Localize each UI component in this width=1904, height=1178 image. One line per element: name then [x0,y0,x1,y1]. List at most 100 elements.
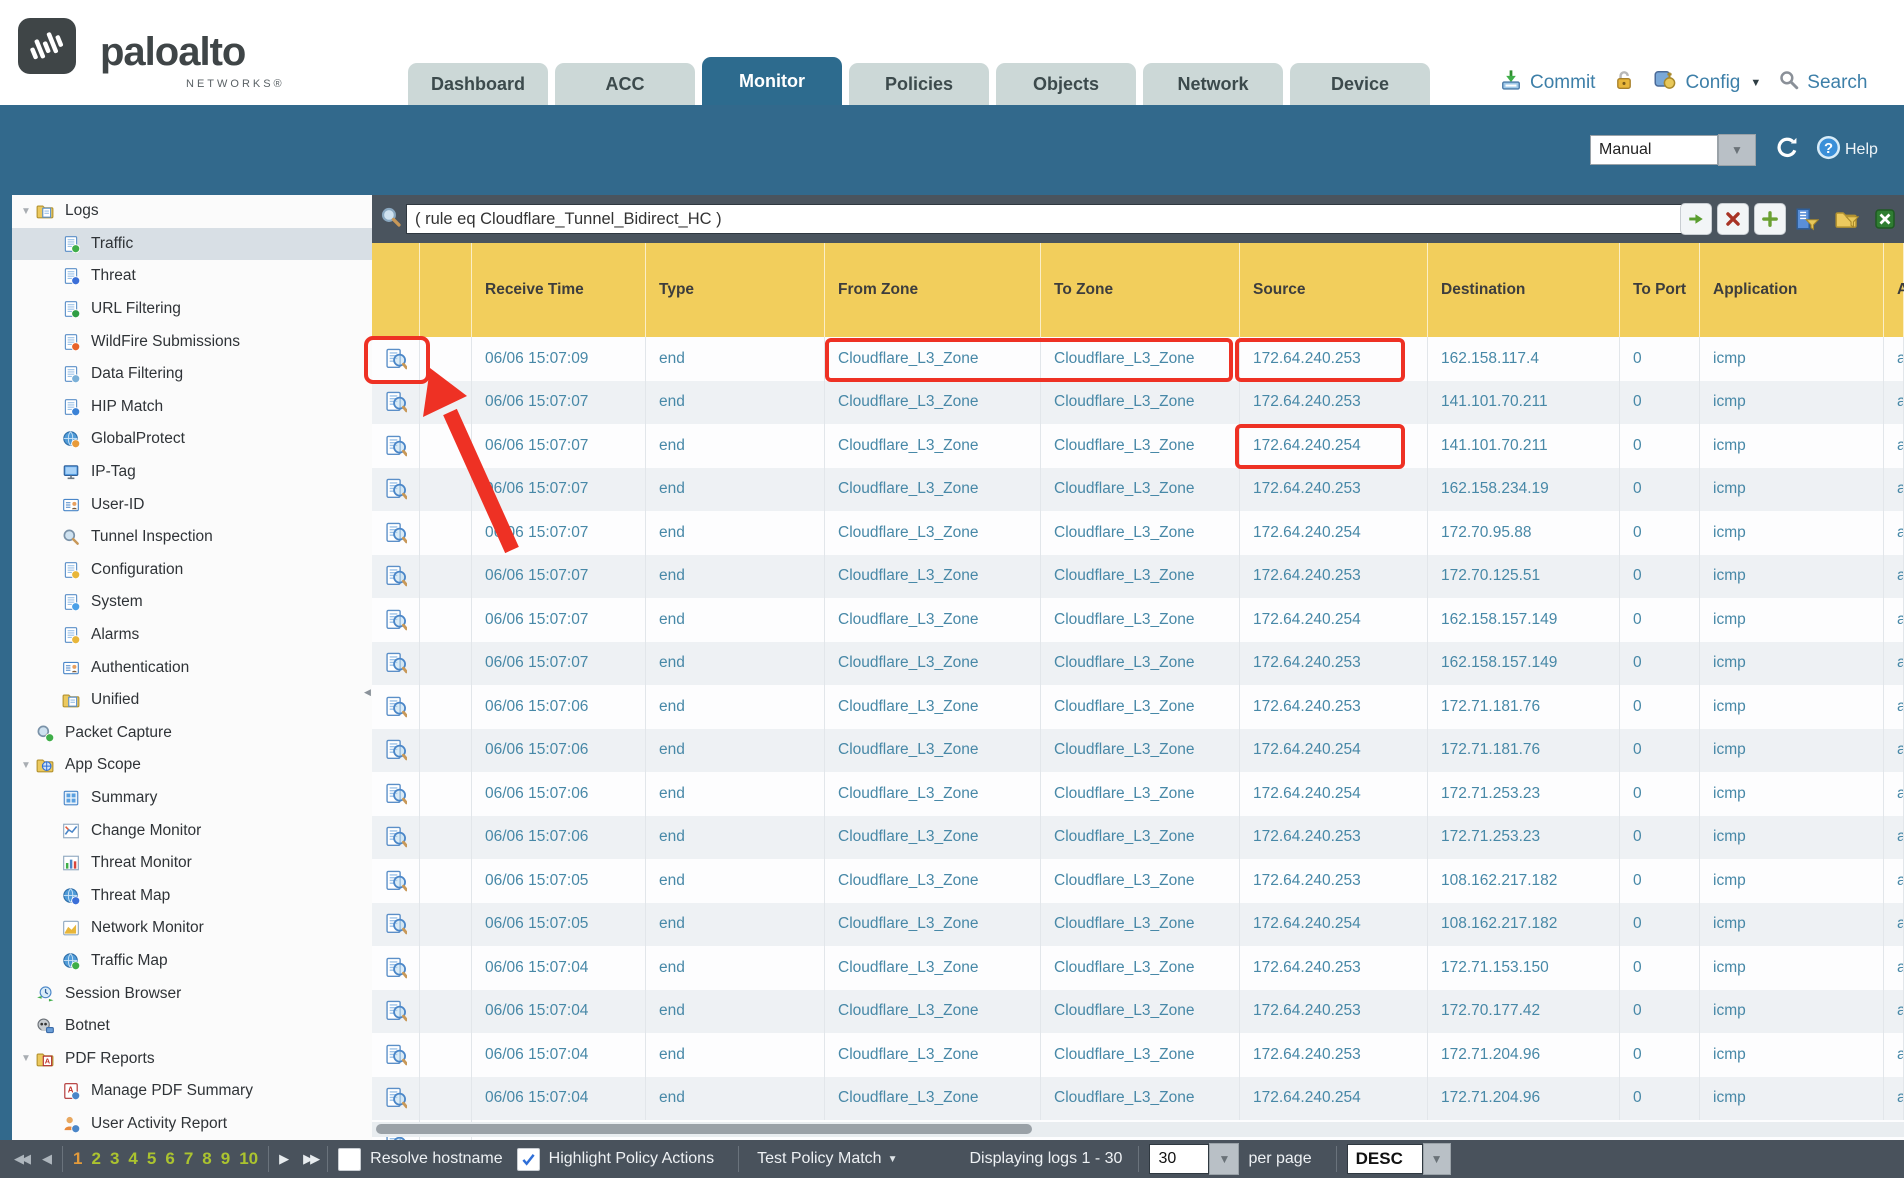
cell-destination[interactable]: 172.71.253.23 [1428,772,1620,816]
cell-source[interactable]: 172.64.240.253 [1240,685,1428,729]
cell-action[interactable]: a [1884,511,1904,555]
cell-receive-time[interactable]: 06/06 15:07:06 [472,685,646,729]
cell-source[interactable]: 172.64.240.253 [1240,990,1428,1034]
export-csv-button[interactable] [1868,203,1902,235]
cell-type[interactable]: end [646,511,825,555]
log-detail-button[interactable] [372,729,420,773]
cell-action[interactable]: a [1884,729,1904,773]
sidebar-item-ip-tag[interactable]: IP-Tag [12,456,372,489]
cell-destination[interactable]: 162.158.234.19 [1428,468,1620,512]
cell-destination[interactable]: 172.71.153.150 [1428,946,1620,990]
refresh-mode-caret[interactable]: ▼ [1718,134,1756,166]
sidebar-item-authentication[interactable]: Authentication [12,651,372,684]
config-caret-icon[interactable]: ▼ [1750,77,1761,89]
cell-type[interactable]: end [646,424,825,468]
cell-to-zone[interactable]: Cloudflare_L3_Zone [1041,903,1240,947]
first-page-button[interactable]: ◀◀ [14,1151,28,1167]
sidebar-item-configuration[interactable]: Configuration [12,554,372,587]
cell-to-port[interactable]: 0 [1620,816,1700,860]
cell-to-port[interactable]: 0 [1620,642,1700,686]
cell-action[interactable]: a [1884,642,1904,686]
cell-receive-time[interactable]: 06/06 15:07:04 [472,946,646,990]
cell-to-port[interactable]: 0 [1620,685,1700,729]
tab-objects[interactable]: Objects [996,63,1136,105]
cell-from-zone[interactable]: Cloudflare_L3_Zone [825,685,1041,729]
cell-to-port[interactable]: 0 [1620,1033,1700,1077]
cell-application[interactable]: icmp [1700,598,1884,642]
column-header-detail[interactable] [372,243,420,337]
apply-filter-button[interactable] [1680,203,1712,235]
cell-destination[interactable]: 162.158.117.4 [1428,337,1620,381]
sidebar-item-network-monitor[interactable]: Network Monitor [12,912,372,945]
cell-destination[interactable]: 172.70.177.42 [1428,990,1620,1034]
cell-type[interactable]: end [646,555,825,599]
sidebar-item-unified[interactable]: Unified [12,684,372,717]
column-header-destination[interactable]: Destination [1428,243,1620,337]
sidebar-item-packet-capture[interactable]: Packet Capture [12,717,372,750]
page-number-3[interactable]: 3 [110,1149,119,1169]
cell-to-zone[interactable]: Cloudflare_L3_Zone [1041,424,1240,468]
sort-order-caret[interactable]: ▼ [1423,1143,1451,1175]
cell-from-zone[interactable]: Cloudflare_L3_Zone [825,1033,1041,1077]
cell-to-zone[interactable]: Cloudflare_L3_Zone [1041,1033,1240,1077]
cell-application[interactable]: icmp [1700,903,1884,947]
sidebar-item-url-filtering[interactable]: URL Filtering [12,293,372,326]
cell-action[interactable]: a [1884,381,1904,425]
cell-application[interactable]: icmp [1700,1033,1884,1077]
cell-to-port[interactable]: 0 [1620,598,1700,642]
cell-source[interactable]: 172.64.240.254 [1240,598,1428,642]
page-number-2[interactable]: 2 [91,1149,100,1169]
cell-source[interactable]: 172.64.240.254 [1240,1077,1428,1121]
cell-from-zone[interactable]: Cloudflare_L3_Zone [825,816,1041,860]
last-page-button[interactable]: ▶▶ [303,1151,317,1167]
log-detail-button[interactable] [372,1033,420,1077]
cell-receive-time[interactable]: 06/06 15:07:07 [472,642,646,686]
cell-receive-time[interactable]: 06/06 15:07:07 [472,381,646,425]
cell-application[interactable]: icmp [1700,1077,1884,1121]
cell-from-zone[interactable]: Cloudflare_L3_Zone [825,511,1041,555]
page-number-7[interactable]: 7 [184,1149,193,1169]
cell-receive-time[interactable]: 06/06 15:07:04 [472,1033,646,1077]
sidebar-item-threat[interactable]: Threat [12,260,372,293]
next-page-button[interactable]: ▶ [279,1151,289,1167]
cell-source[interactable]: 172.64.240.253 [1240,642,1428,686]
cell-action[interactable]: a [1884,990,1904,1034]
cell-from-zone[interactable]: Cloudflare_L3_Zone [825,859,1041,903]
test-policy-match-caret-icon[interactable]: ▼ [888,1154,898,1165]
log-detail-button[interactable] [372,337,420,381]
cell-from-zone[interactable]: Cloudflare_L3_Zone [825,903,1041,947]
cell-to-port[interactable]: 0 [1620,337,1700,381]
cell-from-zone[interactable]: Cloudflare_L3_Zone [825,555,1041,599]
clear-filter-button[interactable] [1717,203,1749,235]
sidebar-item-user-activity-report[interactable]: User Activity Report [12,1108,372,1141]
cell-receive-time[interactable]: 06/06 15:07:05 [472,903,646,947]
cell-to-port[interactable]: 0 [1620,381,1700,425]
sidebar-item-botnet[interactable]: Botnet [12,1010,372,1043]
log-detail-button[interactable] [372,903,420,947]
cell-to-port[interactable]: 0 [1620,729,1700,773]
cell-type[interactable]: end [646,1033,825,1077]
cell-source[interactable]: 172.64.240.253 [1240,946,1428,990]
cell-application[interactable]: icmp [1700,859,1884,903]
page-number-1[interactable]: 1 [73,1149,82,1169]
sidebar-item-change-monitor[interactable]: Change Monitor [12,814,372,847]
cell-action[interactable]: a [1884,337,1904,381]
cell-destination[interactable]: 172.71.204.96 [1428,1077,1620,1121]
sidebar-item-manage-pdf-summary[interactable]: AManage PDF Summary [12,1075,372,1108]
cell-application[interactable]: icmp [1700,685,1884,729]
cell-destination[interactable]: 172.70.95.88 [1428,511,1620,555]
cell-receive-time[interactable]: 06/06 15:07:09 [472,337,646,381]
cell-source[interactable]: 172.64.240.254 [1240,729,1428,773]
cell-type[interactable]: end [646,685,825,729]
config-link[interactable]: Config [1685,72,1740,94]
cell-from-zone[interactable]: Cloudflare_L3_Zone [825,381,1041,425]
cell-application[interactable]: icmp [1700,511,1884,555]
cell-destination[interactable]: 172.71.253.23 [1428,816,1620,860]
cell-from-zone[interactable]: Cloudflare_L3_Zone [825,990,1041,1034]
cell-action[interactable]: a [1884,772,1904,816]
cell-to-zone[interactable]: Cloudflare_L3_Zone [1041,685,1240,729]
tab-network[interactable]: Network [1143,63,1283,105]
prev-page-button[interactable]: ◀ [42,1151,52,1167]
sidebar-item-user-id[interactable]: User-ID [12,488,372,521]
cell-from-zone[interactable]: Cloudflare_L3_Zone [825,1077,1041,1121]
